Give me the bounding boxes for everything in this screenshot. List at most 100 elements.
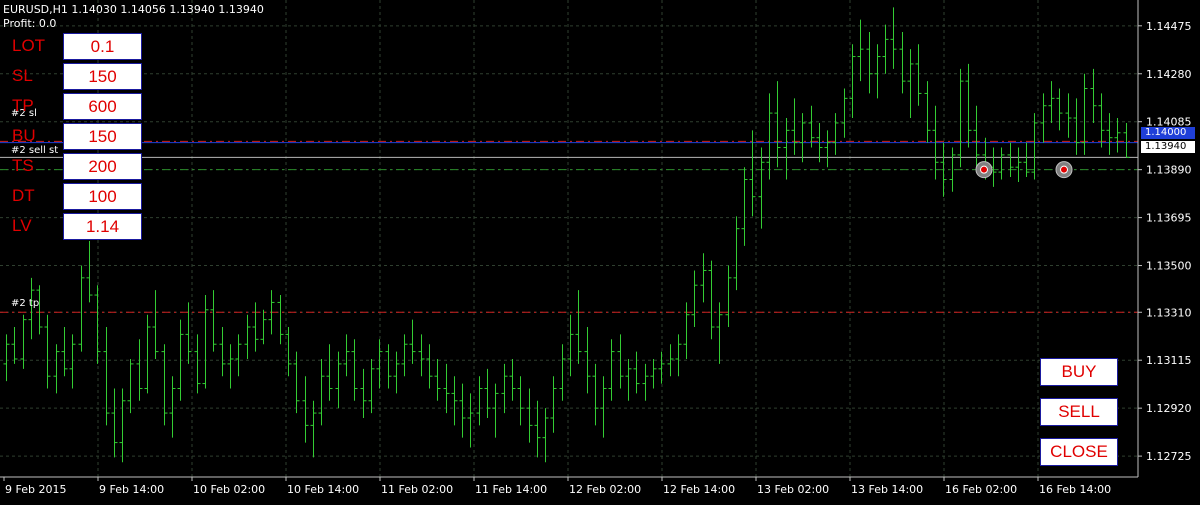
ohlc-bar-133: [1106, 113, 1113, 155]
ohlc-bar-75: [625, 358, 632, 401]
ohlc-bar-61: [509, 358, 516, 401]
ohlc-bar-110: [915, 44, 922, 106]
ohlc-bar-35: [293, 351, 300, 414]
ohlc-bar-7: [61, 327, 68, 377]
ohlc-bar-11: [94, 285, 101, 364]
ohlc-bar-29: [244, 314, 251, 359]
ohlc-bar-73: [608, 339, 615, 401]
ohlc-bar-82: [683, 302, 690, 359]
ohlc-bar-116: [965, 63, 972, 148]
ohlc-bar-56: [467, 393, 474, 448]
ohlc-bar-19: [161, 344, 168, 426]
price-chart[interactable]: 1.14475 1.14280 1.14085 1.13890 1.13695 1.135…: [0, 0, 1200, 500]
x-tick-label-5: 11 Feb 14:00: [475, 483, 547, 496]
ohlc-bar-55: [459, 383, 466, 438]
ohlc-bar-74: [617, 334, 624, 389]
x-tick-label-9: 13 Feb 14:00: [851, 483, 923, 496]
sell-button[interactable]: SELL: [1040, 398, 1118, 426]
profit-readout: Profit: 0.0: [3, 17, 57, 30]
ohlc-bar-107: [890, 7, 897, 69]
panel-label-dt: DT: [12, 186, 35, 205]
panel-input-ts[interactable]: 200: [63, 153, 142, 180]
ohlc-bar-76: [633, 351, 640, 394]
ohlc-bar-115: [957, 68, 964, 168]
grid-layer: [0, 0, 1138, 477]
ohlc-bar-25: [210, 290, 217, 352]
panel-input-tp[interactable]: 600: [63, 93, 142, 120]
y-tick-label-5: 1.13500: [1146, 260, 1192, 273]
ohlc-bar-99: [824, 130, 831, 168]
panel-label-ts: TS: [12, 156, 34, 175]
ohlc-bar-93: [774, 81, 781, 168]
current-price-tag: 1.13940: [1141, 141, 1195, 153]
ohlc-bar-39: [326, 344, 333, 401]
ohlc-bar-65: [542, 408, 549, 463]
y-tick-label-0: 1.14475: [1146, 20, 1192, 33]
symbol-header: EURUSD,H1 1.14030 1.14056 1.13940 1.1394…: [3, 3, 264, 16]
ohlc-bar-14: [119, 388, 126, 463]
x-tick-label-3: 10 Feb 14:00: [287, 483, 359, 496]
ohlc-bar-84: [700, 253, 707, 303]
ohlc-bar-24: [202, 295, 209, 389]
ohlc-bar-41: [343, 334, 350, 377]
ohlc-bar-77: [642, 363, 649, 401]
ohlc-bar-9: [78, 265, 85, 352]
ohlc-bar-79: [658, 351, 665, 384]
x-tick-label-1: 9 Feb 14:00: [99, 483, 164, 496]
ohlc-bar-45: [376, 339, 383, 389]
y-tick-label-7: 1.13115: [1146, 354, 1192, 367]
ohlc-bar-120: [998, 147, 1005, 180]
trade-marker-dot-1: [1060, 165, 1068, 174]
ohlc-bar-103: [857, 19, 864, 82]
ohlc-bar-22: [185, 302, 192, 364]
ohlc-bar-4: [36, 285, 43, 335]
ohlc-bar-54: [451, 376, 458, 426]
panel-input-lv[interactable]: 1.14: [63, 213, 142, 240]
ohlc-bar-47: [393, 351, 400, 394]
x-tick-label-7: 12 Feb 14:00: [663, 483, 735, 496]
ohlc-bar-10: [86, 240, 93, 303]
panel-label-tp: TP: [12, 96, 34, 115]
ohlc-bar-64: [534, 400, 541, 458]
panel-label-lot: LOT: [12, 36, 46, 55]
tp-line-label: #2 tp: [11, 298, 40, 309]
ohlc-bar-63: [526, 388, 533, 443]
ohlc-bar-83: [691, 270, 698, 328]
ohlc-bar-16: [136, 339, 143, 401]
chart-svg: 1.144751.142801.140851.138901.136951.135…: [0, 0, 1192, 496]
y-tick-label-3: 1.13890: [1146, 164, 1192, 177]
panel-input-bu[interactable]: 150: [63, 123, 142, 150]
ohlc-bar-49: [409, 319, 416, 364]
ohlc-bar-129: [1073, 98, 1080, 155]
buy-button[interactable]: BUY: [1040, 358, 1118, 386]
ohlc-bar-91: [758, 147, 765, 229]
ohlc-bar-67: [559, 344, 566, 401]
panel-input-sl[interactable]: 150: [63, 63, 142, 90]
ohlc-bar-38: [318, 358, 325, 426]
ohlc-bar-5: [44, 314, 51, 389]
ohlc-bar-48: [401, 334, 408, 377]
ohlc-bar-50: [418, 334, 425, 377]
ohlc-bar-128: [1065, 93, 1072, 138]
x-tick-label-2: 10 Feb 02:00: [193, 483, 265, 496]
ohlc-bar-86: [716, 302, 723, 364]
panel-label-sl: SL: [12, 66, 33, 85]
close-button[interactable]: CLOSE: [1040, 438, 1118, 466]
ohlc-bar-96: [799, 113, 806, 163]
panel-input-dt[interactable]: 100: [63, 183, 142, 210]
ohlc-bar-15: [127, 358, 134, 414]
ohlc-bar-57: [476, 376, 483, 426]
ohlc-bar-117: [973, 105, 980, 173]
y-tick-label-9: 1.12725: [1146, 450, 1192, 463]
y-tick-label-6: 1.13310: [1146, 306, 1192, 319]
ohlc-bar-111: [924, 81, 931, 143]
y-tick-label-8: 1.12920: [1146, 402, 1192, 415]
ohlc-bar-51: [426, 344, 433, 389]
ohlc-bar-31: [260, 309, 267, 345]
ohlc-bar-59: [492, 383, 499, 438]
panel-input-lot[interactable]: 0.1: [63, 33, 142, 60]
candle-layer: [3, 7, 1130, 463]
ohlc-bar-108: [899, 31, 906, 94]
sell-line-label: #2 sell st: [11, 145, 59, 156]
y-tick-label-4: 1.13695: [1146, 212, 1192, 225]
